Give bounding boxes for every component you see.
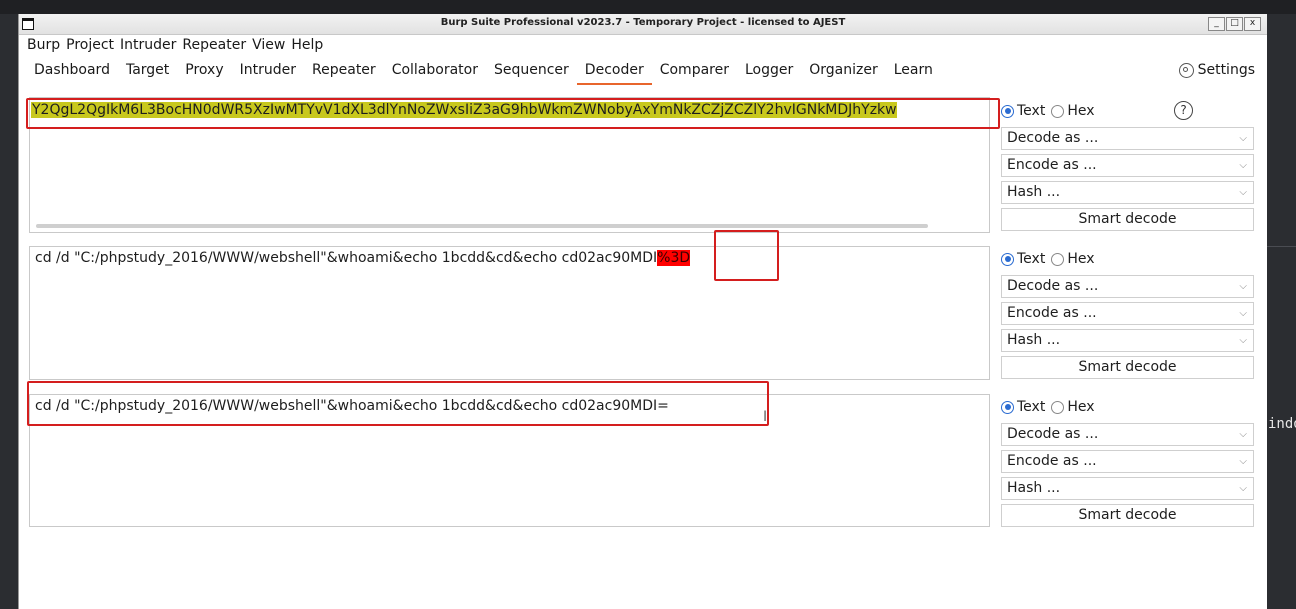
text-cursor-icon: I (763, 409, 768, 425)
smart-decode-button[interactable]: Smart decode (1001, 356, 1254, 379)
decoder-controls-1: Text Hex ? Decode as ... ⌵ Encode as ... ⌵… (1001, 101, 1254, 231)
chevron-down-icon: ⌵ (1239, 335, 1247, 346)
hash-label: Hash ... (1007, 184, 1061, 200)
encode-as-dropdown[interactable]: Encode as ... ⌵ (1001, 154, 1254, 177)
chevron-down-icon: ⌵ (1239, 160, 1247, 171)
menu-repeater[interactable]: Repeater (182, 35, 246, 55)
tab-dashboard[interactable]: Dashboard (26, 57, 118, 85)
decode-as-dropdown[interactable]: Decode as ... ⌵ (1001, 275, 1254, 298)
decoded-text: cd /d "C:/phpstudy_2016/WWW/webshell"&wh… (35, 250, 691, 266)
chevron-down-icon: ⌵ (1239, 456, 1247, 467)
maximize-button[interactable]: □ (1226, 17, 1243, 31)
settings-button[interactable]: Settings (1178, 57, 1255, 83)
gear-icon (1178, 62, 1194, 78)
decoder-input-editor-1[interactable]: Y2QgL2QgIkM6L3BocHN0dWR5XzIwMTYvV1dXL3dl… (29, 97, 990, 233)
text-radio-label: Text (1017, 251, 1046, 267)
format-radio-group: Text Hex (1001, 249, 1254, 269)
menu-project[interactable]: Project (66, 35, 114, 55)
hash-dropdown[interactable]: Hash ... ⌵ (1001, 181, 1254, 204)
encode-as-label: Encode as ... (1007, 305, 1097, 321)
tab-logger[interactable]: Logger (737, 57, 801, 85)
close-button[interactable]: x (1244, 17, 1261, 31)
text-radio[interactable] (1001, 252, 1014, 266)
decode-as-label: Decode as ... (1007, 130, 1099, 146)
tab-learn[interactable]: Learn (886, 57, 941, 85)
hex-radio[interactable] (1051, 400, 1065, 414)
chevron-down-icon: ⌵ (1239, 308, 1247, 319)
tab-target[interactable]: Target (118, 57, 177, 85)
minimize-button[interactable]: _ (1208, 17, 1225, 31)
menu-bar: Burp Project Intruder Repeater View Help (19, 35, 1267, 55)
tab-repeater[interactable]: Repeater (304, 57, 384, 85)
tool-tabs: Dashboard Target Proxy Intruder Repeater… (19, 57, 1267, 85)
decoder-output-editor-3[interactable]: cd /d "C:/phpstudy_2016/WWW/webshell"&wh… (29, 394, 990, 527)
decode-as-label: Decode as ... (1007, 426, 1099, 442)
tab-collaborator[interactable]: Collaborator (384, 57, 486, 85)
hex-radio-label: Hex (1067, 103, 1095, 119)
background-divider (1266, 246, 1296, 247)
text-radio-label: Text (1017, 103, 1046, 119)
hex-radio[interactable] (1051, 252, 1065, 266)
format-radio-group: Text Hex (1001, 397, 1254, 417)
hex-radio[interactable] (1051, 104, 1065, 118)
chevron-down-icon: ⌵ (1239, 429, 1247, 440)
window-controls: _ □ x (1208, 17, 1261, 31)
menu-help[interactable]: Help (291, 35, 323, 55)
tab-decoder[interactable]: Decoder (576, 57, 652, 85)
hash-dropdown[interactable]: Hash ... ⌵ (1001, 477, 1254, 500)
tab-comparer[interactable]: Comparer (652, 57, 737, 85)
chevron-down-icon: ⌵ (1239, 483, 1247, 494)
decoder-output-editor-2[interactable]: cd /d "C:/phpstudy_2016/WWW/webshell"&wh… (29, 246, 990, 380)
title-bar: Burp Suite Professional v2023.7 - Tempor… (19, 14, 1267, 35)
background-editor: indo (1266, 14, 1296, 609)
text-radio-label: Text (1017, 399, 1046, 415)
tab-intruder[interactable]: Intruder (232, 57, 304, 85)
tab-organizer[interactable]: Organizer (801, 57, 885, 85)
decoder-controls-2: Text Hex Decode as ... ⌵ Encode as ... ⌵ H… (1001, 249, 1254, 379)
chevron-down-icon: ⌵ (1239, 187, 1247, 198)
help-icon[interactable]: ? (1174, 101, 1193, 120)
encoded-text: Y2QgL2QgIkM6L3BocHN0dWR5XzIwMTYvV1dXL3dl… (31, 102, 897, 118)
hash-dropdown[interactable]: Hash ... ⌵ (1001, 329, 1254, 352)
desktop-top-strip (0, 0, 1296, 14)
menu-intruder[interactable]: Intruder (120, 35, 176, 55)
background-code-text: indo (1268, 416, 1296, 432)
decode-as-dropdown[interactable]: Decode as ... ⌵ (1001, 423, 1254, 446)
hex-radio-label: Hex (1067, 399, 1095, 415)
decode-as-label: Decode as ... (1007, 278, 1099, 294)
horizontal-scrollbar[interactable] (36, 224, 928, 228)
tab-sequencer[interactable]: Sequencer (486, 57, 577, 85)
text-radio[interactable] (1001, 104, 1014, 118)
settings-label: Settings (1197, 62, 1255, 78)
menu-view[interactable]: View (252, 35, 285, 55)
decoder-controls-3: Text Hex Decode as ... ⌵ Encode as ... ⌵ H… (1001, 397, 1254, 527)
tab-proxy[interactable]: Proxy (177, 57, 231, 85)
chevron-down-icon: ⌵ (1239, 133, 1247, 144)
chevron-down-icon: ⌵ (1239, 281, 1247, 292)
encode-as-label: Encode as ... (1007, 453, 1097, 469)
burp-window: Burp Suite Professional v2023.7 - Tempor… (18, 14, 1267, 609)
decoded-text-highlight: %3D (657, 250, 691, 266)
menu-burp[interactable]: Burp (27, 35, 60, 55)
format-radio-group: Text Hex ? (1001, 101, 1254, 121)
decoded-text: cd /d "C:/phpstudy_2016/WWW/webshell"&wh… (35, 398, 669, 414)
smart-decode-button[interactable]: Smart decode (1001, 208, 1254, 231)
decode-as-dropdown[interactable]: Decode as ... ⌵ (1001, 127, 1254, 150)
decoded-text-main: cd /d "C:/phpstudy_2016/WWW/webshell"&wh… (35, 250, 658, 266)
hash-label: Hash ... (1007, 332, 1061, 348)
hex-radio-label: Hex (1067, 251, 1095, 267)
smart-decode-button[interactable]: Smart decode (1001, 504, 1254, 527)
hash-label: Hash ... (1007, 480, 1061, 496)
window-title: Burp Suite Professional v2023.7 - Tempor… (440, 17, 846, 28)
encode-as-label: Encode as ... (1007, 157, 1097, 173)
text-radio[interactable] (1001, 400, 1014, 414)
encode-as-dropdown[interactable]: Encode as ... ⌵ (1001, 302, 1254, 325)
encode-as-dropdown[interactable]: Encode as ... ⌵ (1001, 450, 1254, 473)
